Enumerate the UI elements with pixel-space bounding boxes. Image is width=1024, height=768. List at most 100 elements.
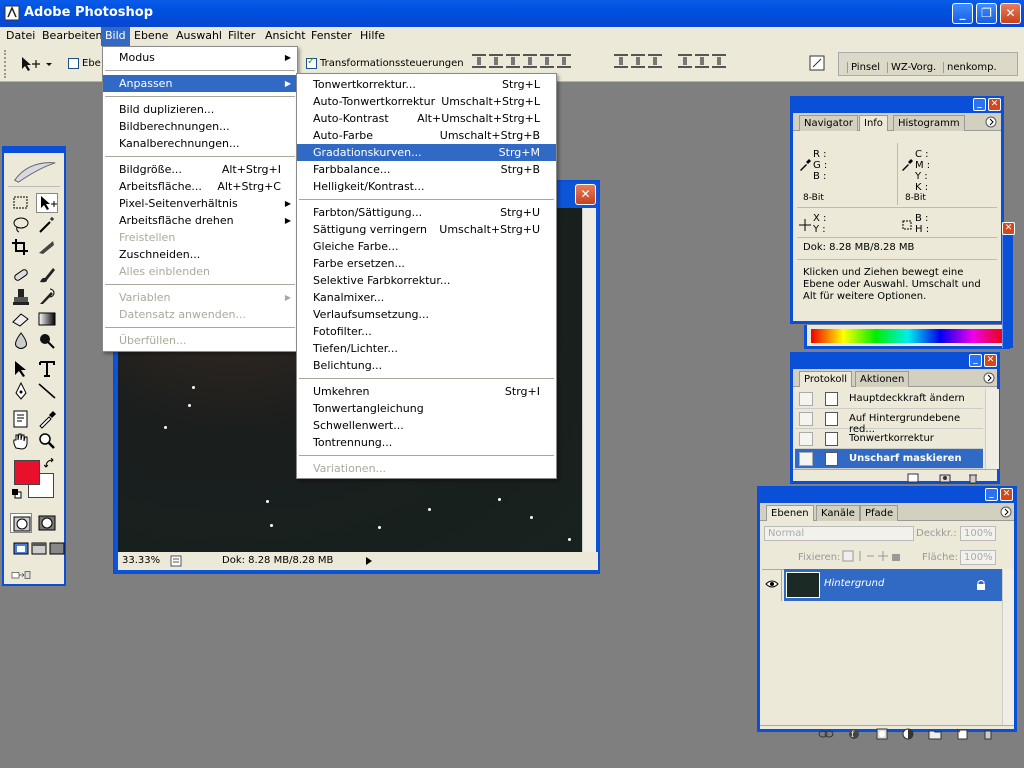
default-colors-icon[interactable]	[12, 489, 22, 499]
menu-item-gleiche-farbe[interactable]: Gleiche Farbe...	[297, 238, 556, 255]
swap-colors-icon[interactable]	[44, 458, 56, 470]
status-menu-icon[interactable]	[170, 555, 182, 567]
screen-mode-standard-icon[interactable]	[10, 539, 29, 559]
dodge-tool-icon[interactable]	[36, 331, 58, 351]
new-snapshot-icon[interactable]	[939, 472, 951, 484]
zoom-level[interactable]: 33.33%	[122, 555, 160, 566]
menu-item-tontrennung[interactable]: Tontrennung...	[297, 434, 556, 451]
tab-histogramm[interactable]: Histogramm	[893, 115, 965, 131]
autoselect-checkbox[interactable]	[68, 58, 79, 69]
move-tool-preset-icon[interactable]	[18, 54, 54, 74]
menu-item-umkehren[interactable]: Umkehren Strg+I	[297, 383, 556, 400]
history-trash-icon[interactable]	[967, 472, 979, 484]
tab-navigator[interactable]: Navigator	[799, 115, 858, 131]
tab-aktionen[interactable]: Aktionen	[855, 371, 910, 387]
menu-item-zuschneiden[interactable]: Zuschneiden...	[103, 246, 297, 263]
menu-item-bild-duplizieren[interactable]: Bild duplizieren...	[103, 101, 297, 118]
info-close-button[interactable]: ✕	[988, 98, 1001, 111]
menu-item-bildberechnungen[interactable]: Bildberechnungen...	[103, 118, 297, 135]
eyedropper-icon[interactable]	[36, 409, 58, 429]
menu-item-kanalberechnungen[interactable]: Kanalberechnungen...	[103, 135, 297, 152]
menu-ebene[interactable]: Ebene	[130, 27, 172, 46]
menu-item-kanalmixer[interactable]: Kanalmixer...	[297, 289, 556, 306]
menu-item-auto-farbe[interactable]: Auto-Farbe Umschalt+Strg+B	[297, 127, 556, 144]
healing-brush-icon[interactable]	[10, 265, 32, 285]
history-brush-icon[interactable]	[36, 287, 58, 307]
layer-mask-icon[interactable]	[876, 728, 888, 740]
layers-menu-icon[interactable]	[1000, 506, 1012, 518]
move-tool-icon[interactable]	[36, 193, 58, 213]
screen-mode-full-menu-icon[interactable]	[28, 539, 47, 559]
blur-tool-icon[interactable]	[10, 331, 32, 351]
menu-hilfe[interactable]: Hilfe	[356, 27, 389, 46]
lasso-tool-icon[interactable]	[10, 215, 32, 235]
history-close-button[interactable]: ✕	[984, 354, 997, 367]
palette-tab-ebenenkomp[interactable]: nenkomp.	[943, 62, 1000, 73]
tab-kanaele[interactable]: Kanäle	[816, 505, 860, 521]
tab-pfade[interactable]: Pfade	[860, 505, 899, 521]
menu-item-selektive-farbkorrektur[interactable]: Selektive Farbkorrektur...	[297, 272, 556, 289]
foreground-color-swatch[interactable]	[14, 460, 40, 485]
distribute-buttons-1[interactable]	[614, 54, 665, 74]
new-layer-icon[interactable]	[956, 728, 968, 740]
menu-bild[interactable]: Bild	[101, 27, 130, 46]
history-menu-icon[interactable]	[983, 372, 995, 384]
hand-tool-icon[interactable]	[10, 431, 32, 451]
new-group-icon[interactable]	[928, 728, 942, 740]
transform-checkbox[interactable]	[306, 56, 317, 69]
layers-scrollbar[interactable]	[1002, 569, 1014, 725]
screen-mode-full-icon[interactable]	[46, 539, 65, 559]
menu-item-farbe-ersetzen[interactable]: Farbe ersetzen...	[297, 255, 556, 272]
maximize-button[interactable]: ❐	[976, 3, 997, 24]
menu-item-auto-tonwertkorrektur[interactable]: Auto-Tonwertkorrektur Umschalt+Strg+L	[297, 93, 556, 110]
menu-item-fotofilter[interactable]: Fotofilter...	[297, 323, 556, 340]
history-minimize-button[interactable]: _	[969, 354, 982, 367]
menu-item-arbeitsflaeche-drehen[interactable]: Arbeitsfläche drehen ▶	[103, 212, 297, 229]
eraser-tool-icon[interactable]	[10, 309, 32, 329]
menu-item-auto-kontrast[interactable]: Auto-Kontrast Alt+Umschalt+Strg+L	[297, 110, 556, 127]
menu-filter[interactable]: Filter	[224, 27, 259, 46]
tab-protokoll[interactable]: Protokoll	[799, 371, 853, 387]
palette-tab-wz-vorgaben[interactable]: WZ-Vorg.	[887, 62, 939, 73]
menu-fenster[interactable]: Fenster	[307, 27, 356, 46]
slice-tool-icon[interactable]	[36, 237, 58, 257]
layers-minimize-button[interactable]: _	[985, 488, 998, 501]
new-document-from-state-icon[interactable]	[907, 472, 919, 484]
menu-item-farbbalance[interactable]: Farbbalance... Strg+B	[297, 161, 556, 178]
menu-item-anpassen[interactable]: Anpassen ▶	[103, 75, 297, 92]
menu-item-helligkeit-kontrast[interactable]: Helligkeit/Kontrast...	[297, 178, 556, 195]
layer-style-icon[interactable]: f	[848, 728, 860, 740]
menu-datei[interactable]: Datei	[2, 27, 39, 46]
notes-tool-icon[interactable]	[10, 409, 32, 429]
menu-item-pixel-seitenverhaeltnis[interactable]: Pixel-Seitenverhältnis ▶	[103, 195, 297, 212]
magic-wand-icon[interactable]	[36, 215, 58, 235]
history-item[interactable]: Hauptdeckkraft ändern	[795, 389, 983, 409]
history-item-selected[interactable]: Unscharf maskieren	[795, 449, 983, 469]
palette-tab-pinsel[interactable]: Pinsel	[847, 62, 883, 73]
status-arrow-icon[interactable]	[364, 556, 374, 566]
info-minimize-button[interactable]: _	[973, 98, 986, 111]
menu-item-modus[interactable]: Modus ▶	[103, 49, 297, 66]
line-tool-icon[interactable]	[36, 381, 58, 401]
gradient-tool-icon[interactable]	[36, 309, 58, 329]
menu-item-belichtung[interactable]: Belichtung...	[297, 357, 556, 374]
quickmask-mode-icon[interactable]	[36, 513, 58, 533]
tab-info[interactable]: Info	[859, 115, 888, 131]
delete-layer-icon[interactable]	[982, 728, 994, 740]
menu-bearbeiten[interactable]: Bearbeiten	[38, 27, 106, 46]
lock-icons[interactable]	[842, 549, 902, 563]
pen-tool-icon[interactable]	[10, 381, 32, 401]
menu-item-farbton-saettigung[interactable]: Farbton/Sättigung... Strg+U	[297, 204, 556, 221]
history-item[interactable]: Tonwertkorrektur	[795, 429, 983, 449]
brush-tool-icon[interactable]	[36, 265, 58, 285]
layer-row-hintergrund[interactable]: Hintergrund	[784, 569, 1002, 601]
minimize-button[interactable]: _	[952, 3, 973, 24]
menu-item-bildgroesse[interactable]: Bildgröße... Alt+Strg+I	[103, 161, 297, 178]
fill-input[interactable]: 100%	[960, 550, 996, 565]
color-ramp[interactable]	[811, 329, 1005, 343]
menu-item-arbeitsflaeche[interactable]: Arbeitsfläche... Alt+Strg+C	[103, 178, 297, 195]
document-vertical-scrollbar[interactable]	[582, 208, 596, 554]
palette-well-icon[interactable]	[808, 54, 828, 74]
link-layers-icon[interactable]	[818, 728, 834, 740]
clone-stamp-icon[interactable]	[10, 287, 32, 307]
